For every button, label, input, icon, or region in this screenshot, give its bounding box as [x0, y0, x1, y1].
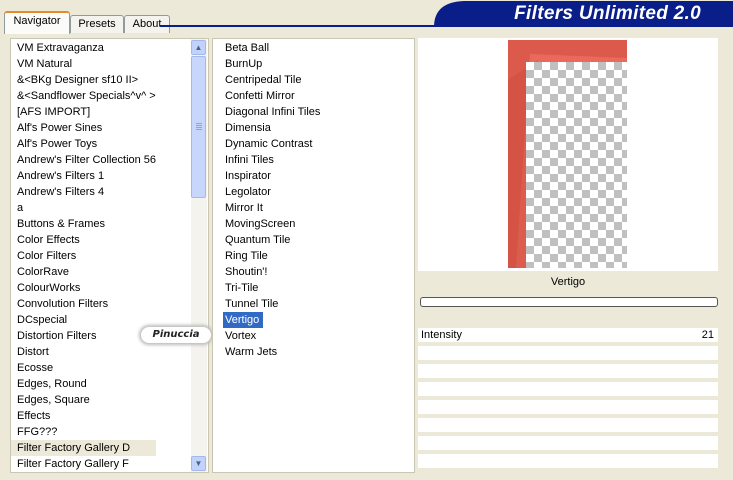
category-item[interactable]: Ecosse: [11, 360, 156, 376]
banner-underline: [160, 25, 733, 27]
category-scrollbar[interactable]: ▲ ▼: [191, 39, 207, 472]
category-item[interactable]: [AFS IMPORT]: [11, 104, 156, 120]
filter-items: Beta Ball BurnUp Centripedal Tile Confetti …: [213, 39, 320, 360]
category-item[interactable]: DCspecial: [11, 312, 156, 328]
category-item[interactable]: Edges, Square: [11, 392, 156, 408]
category-item[interactable]: Andrew's Filters 1: [11, 168, 156, 184]
category-item[interactable]: VM Natural: [11, 56, 156, 72]
filter-item[interactable]: Warm Jets: [213, 344, 320, 360]
watermark-label: Pinuccia: [141, 327, 211, 343]
parameter-row: [418, 400, 718, 414]
category-item[interactable]: ColorRave: [11, 264, 156, 280]
scroll-down-button[interactable]: ▼: [191, 456, 206, 471]
parameter-row: [418, 418, 718, 432]
filter-item[interactable]: Vortex: [213, 328, 320, 344]
category-item[interactable]: Color Effects: [11, 232, 156, 248]
category-list[interactable]: VM Extravaganza VM Natural &<BKg Designer …: [10, 38, 211, 473]
filter-item[interactable]: Mirror It: [213, 200, 320, 216]
filter-item[interactable]: Confetti Mirror: [213, 88, 320, 104]
filter-item[interactable]: Vertigo: [223, 312, 263, 328]
category-item[interactable]: ColourWorks: [11, 280, 156, 296]
category-item[interactable]: Convolution Filters: [11, 296, 156, 312]
category-item[interactable]: Buttons & Frames: [11, 216, 156, 232]
category-item[interactable]: FFG???: [11, 424, 156, 440]
filter-item[interactable]: Inspirator: [213, 168, 320, 184]
filter-item[interactable]: Ring Tile: [213, 248, 320, 264]
category-item[interactable]: Distortion Filters: [11, 328, 156, 344]
filter-item[interactable]: Legolator: [213, 184, 320, 200]
tab-presets[interactable]: Presets: [70, 15, 124, 33]
progress-bar: [420, 297, 718, 307]
category-item[interactable]: &<Sandflower Specials^v^ >: [11, 88, 156, 104]
app-banner: Filters Unlimited 2.0: [424, 0, 733, 27]
filter-item[interactable]: MovingScreen: [213, 216, 320, 232]
category-item[interactable]: Effects: [11, 408, 156, 424]
category-item[interactable]: Alf's Power Toys: [11, 136, 156, 152]
scroll-up-button[interactable]: ▲: [191, 40, 206, 55]
transparency-checkerboard: [526, 62, 627, 268]
filter-item[interactable]: Dimensia: [213, 120, 320, 136]
category-item[interactable]: Alf's Power Sines: [11, 120, 156, 136]
category-item[interactable]: &<BKg Designer sf10 II>: [11, 72, 156, 88]
category-item[interactable]: Filter Factory Gallery D: [11, 440, 157, 456]
filter-item[interactable]: Infini Tiles: [213, 152, 320, 168]
category-item[interactable]: Filter Factory Gallery F: [11, 456, 156, 472]
preview-pane: [418, 38, 718, 271]
parameter-label: Intensity: [421, 329, 462, 341]
preview-filter-name: Vertigo: [550, 276, 586, 288]
scroll-thumb[interactable]: [191, 56, 206, 198]
filter-item[interactable]: Diagonal Infini Tiles: [213, 104, 320, 120]
category-item[interactable]: Edges, Round: [11, 376, 156, 392]
parameter-row: [418, 454, 718, 468]
filter-item[interactable]: Dynamic Contrast: [213, 136, 320, 152]
category-item[interactable]: Color Filters: [11, 248, 156, 264]
tab-about[interactable]: About: [124, 15, 170, 33]
category-item[interactable]: VM Extravaganza: [11, 40, 156, 56]
category-item[interactable]: Andrew's Filters 4: [11, 184, 156, 200]
category-item[interactable]: Andrew's Filter Collection 56: [11, 152, 156, 168]
filter-item[interactable]: Quantum Tile: [213, 232, 320, 248]
filter-item[interactable]: Shoutin'!: [213, 264, 320, 280]
parameter-list: Intensity 21: [418, 328, 718, 471]
category-items: VM Extravaganza VM Natural &<BKg Designer …: [11, 39, 157, 472]
parameter-row: [418, 364, 718, 378]
parameter-row: [418, 382, 718, 396]
filter-item[interactable]: Tri-Tile: [213, 280, 320, 296]
parameter-row: [418, 436, 718, 450]
category-item[interactable]: Distort: [11, 344, 156, 360]
category-item[interactable]: a: [11, 200, 156, 216]
grip-icon: [196, 123, 202, 131]
tab-navigator[interactable]: Navigator: [4, 11, 70, 34]
parameter-value[interactable]: 21: [702, 328, 714, 342]
filter-item[interactable]: Centripedal Tile: [213, 72, 320, 88]
preview-image: [508, 40, 627, 268]
app-title: Filters Unlimited 2.0: [514, 3, 701, 24]
parameter-row[interactable]: Intensity 21: [418, 328, 718, 342]
filter-item[interactable]: BurnUp: [213, 56, 320, 72]
filter-list[interactable]: Beta Ball BurnUp Centripedal Tile Confetti …: [212, 38, 415, 473]
filter-item[interactable]: Beta Ball: [213, 40, 320, 56]
filter-item[interactable]: Tunnel Tile: [213, 296, 320, 312]
parameter-row: [418, 346, 718, 360]
